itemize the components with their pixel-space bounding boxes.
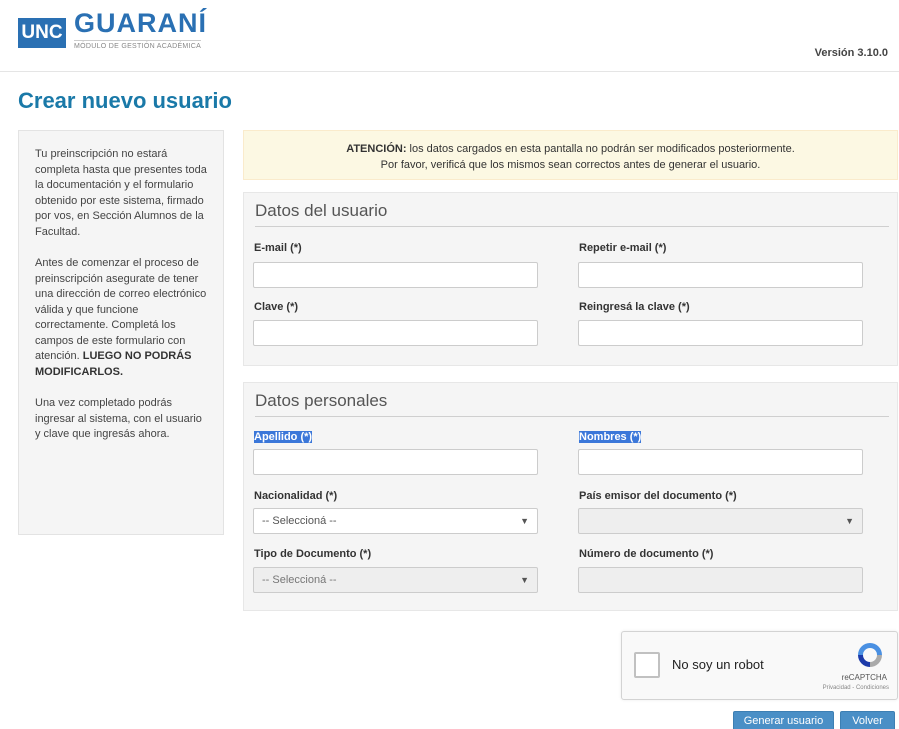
version-label: Versión 3.10.0 <box>814 47 888 59</box>
info-paragraph-2: Antes de comenzar el proceso de preinscr… <box>35 256 207 380</box>
numero-documento-field <box>578 567 863 593</box>
alert-line-1: ATENCIÓN: los datos cargados en esta pan… <box>244 141 897 157</box>
section-datos-personales: Datos personales Apellido (*) Nombres (*… <box>243 382 898 611</box>
alert-line-2: Por favor, verificá que los mismos sean … <box>380 159 761 171</box>
tipo-documento-selected: -- Seleccioná -- <box>262 574 337 586</box>
chevron-down-icon: ▼ <box>520 575 529 585</box>
recaptcha-checkbox[interactable] <box>634 652 660 678</box>
clave-field[interactable] <box>253 320 538 346</box>
info-panel: Tu preinscripción no estará completa has… <box>18 130 224 535</box>
chevron-down-icon: ▼ <box>520 516 529 526</box>
nacionalidad-selected: -- Seleccioná -- <box>262 515 337 527</box>
section-title-personales: Datos personales <box>255 391 889 417</box>
nombres-field[interactable] <box>578 449 863 475</box>
pais-emisor-label: País emisor del documento (*) <box>579 490 737 502</box>
reingresa-clave-label: Reingresá la clave (*) <box>579 301 690 313</box>
numero-documento-label: Número de documento (*) <box>579 548 714 560</box>
nombres-label: Nombres (*) <box>579 431 642 443</box>
repeat-email-label: Repetir e-mail (*) <box>579 242 667 254</box>
volver-button[interactable]: Volver <box>840 711 895 729</box>
reingresa-clave-field[interactable] <box>578 320 863 346</box>
info-paragraph-3: Una vez completado podrás ingresar al si… <box>35 397 202 440</box>
email-label: E-mail (*) <box>254 242 302 254</box>
recaptcha-label: No soy un robot <box>672 657 764 672</box>
alert-line-1-text: los datos cargados en esta pantalla no p… <box>406 143 795 155</box>
page-title: Crear nuevo usuario <box>18 88 232 113</box>
info-paragraph-1: Tu preinscripción no estará completa has… <box>35 148 207 238</box>
logo-subtitle: MÓDULO DE GESTIÓN ACADÉMICA <box>74 40 202 50</box>
pais-emisor-select: ▼ <box>578 508 863 534</box>
section-title-usuario: Datos del usuario <box>255 201 889 227</box>
nacionalidad-select[interactable]: -- Seleccioná -- ▼ <box>253 508 538 534</box>
app-header: UNC GUARANÍ MÓDULO DE GESTIÓN ACADÉMICA … <box>0 0 899 72</box>
unc-logo: UNC <box>18 18 66 48</box>
apellido-label: Apellido (*) <box>254 431 313 443</box>
recaptcha-terms-link[interactable]: Privacidad - Condiciones <box>823 685 889 691</box>
tipo-documento-label: Tipo de Documento (*) <box>254 548 372 560</box>
recaptcha-brand: reCAPTCHA <box>841 673 887 682</box>
recaptcha-widget: No soy un robot reCAPTCHA Privacidad - C… <box>621 631 898 700</box>
recaptcha-icon <box>858 643 882 667</box>
info-paragraph-2-text: Antes de comenzar el proceso de preinscr… <box>35 257 207 362</box>
section-datos-usuario: Datos del usuario E-mail (*) Repetir e-m… <box>243 192 898 366</box>
guarani-logo: GUARANÍ <box>74 8 207 38</box>
generar-usuario-button[interactable]: Generar usuario <box>733 711 834 729</box>
clave-label: Clave (*) <box>254 301 299 313</box>
repeat-email-field[interactable] <box>578 262 863 288</box>
nacionalidad-label: Nacionalidad (*) <box>254 490 338 502</box>
tipo-documento-select: -- Seleccioná -- ▼ <box>253 567 538 593</box>
warning-alert: ATENCIÓN: los datos cargados en esta pan… <box>243 130 898 180</box>
apellido-field[interactable] <box>253 449 538 475</box>
alert-strong: ATENCIÓN: <box>346 143 407 155</box>
chevron-down-icon: ▼ <box>845 516 854 526</box>
email-field[interactable] <box>253 262 538 288</box>
